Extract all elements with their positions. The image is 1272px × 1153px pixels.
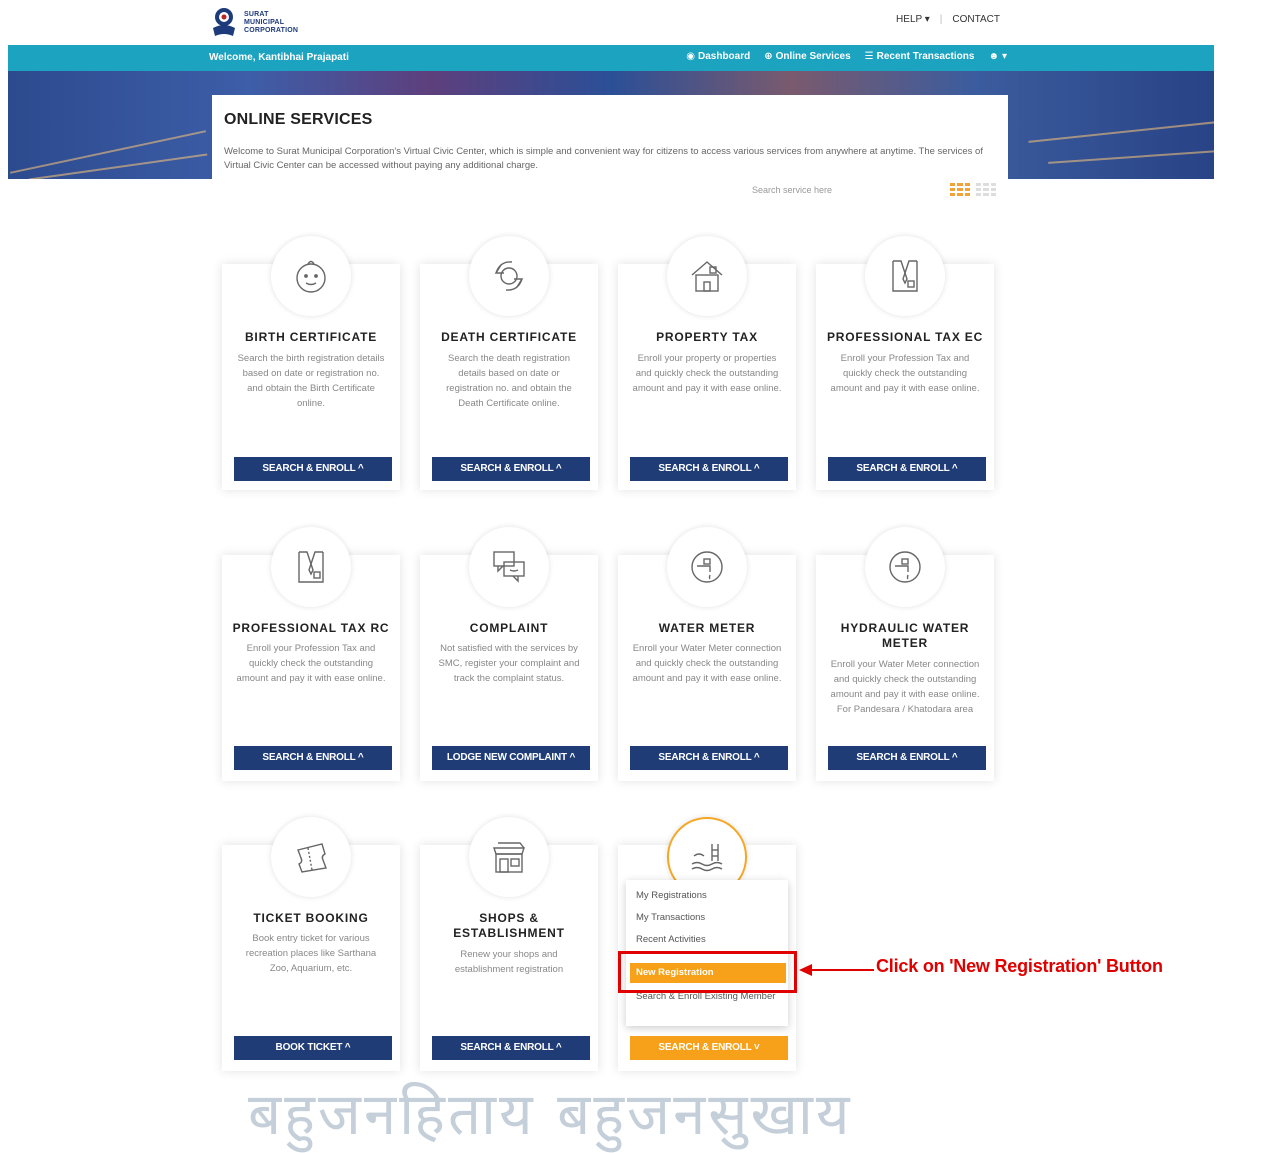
annotation-text: Click on 'New Registration' Button <box>876 956 1163 976</box>
nav-label: Recent Transactions <box>876 51 975 62</box>
dropdown-my-registrations[interactable]: My Registrations <box>636 890 780 901</box>
service-card-property-tax: PROPERTY TAX Enroll your property or pro… <box>618 236 796 490</box>
search-enroll-button[interactable]: SEARCH & ENROLL ^ <box>630 746 788 770</box>
link-divider: | <box>939 14 943 25</box>
list-view-icon[interactable] <box>976 183 996 196</box>
search-enroll-button[interactable]: SEARCH & ENROLL ^ <box>234 457 392 481</box>
service-card-water-meter: WATER METER Enroll your Water Meter conn… <box>618 527 796 781</box>
emblem-icon <box>213 8 235 36</box>
suit-icon <box>865 236 945 316</box>
card-title: BIRTH CERTIFICATE <box>244 330 378 344</box>
card-description: Enroll your Water Meter connection and q… <box>632 643 782 684</box>
service-card-professional-tax-rc: PROFESSIONAL TAX RC Enroll your Professi… <box>222 527 400 781</box>
ticket-icon <box>271 817 351 897</box>
card-description: Search the birth registration details ba… <box>237 353 385 409</box>
card-description: Enroll your Water Meter connection and q… <box>830 659 980 715</box>
view-toggle <box>950 183 996 196</box>
search-enroll-button[interactable]: SEARCH & ENROLL ˅ <box>630 1036 788 1060</box>
logo-text: SURAT MUNICIPAL CORPORATION <box>244 11 298 35</box>
search-enroll-button[interactable]: SEARCH & ENROLL ^ <box>828 746 986 770</box>
service-card-hydraulic-water-meter: HYDRAULIC WATER METER Enroll your Water … <box>816 527 994 781</box>
user-icon: ☻ <box>988 51 999 62</box>
card-title: DEATH CERTIFICATE <box>441 330 577 344</box>
water-tap-icon <box>865 527 945 607</box>
nav-online-services[interactable]: ⊕ Online Services <box>764 51 850 62</box>
water-tap-icon <box>667 527 747 607</box>
book-ticket-button[interactable]: BOOK TICKET ^ <box>234 1036 392 1060</box>
card-description: Not satisfied with the services by SMC, … <box>438 643 580 684</box>
transactions-icon: ☰ <box>864 51 874 62</box>
service-card-death-certificate: DEATH CERTIFICATE Search the death regis… <box>420 236 598 490</box>
grid-view-icon[interactable] <box>950 183 970 196</box>
search-input[interactable]: Search service here <box>752 185 832 195</box>
user-menu[interactable]: ☻ ▾ <box>988 51 1007 62</box>
dropdown-recent-activities[interactable]: Recent Activities <box>636 934 780 945</box>
service-card-professional-tax-ec: PROFESSIONAL TAX EC Enroll your Professi… <box>816 236 994 490</box>
card-title: TICKET BOOKING <box>253 911 369 925</box>
logo-line: CORPORATION <box>244 27 299 34</box>
card-title: HYDRAULIC WATER METER <box>840 621 970 650</box>
help-menu[interactable]: HELP ▾ <box>896 14 930 25</box>
top-header: SURAT MUNICIPAL CORPORATION HELP ▾ | CON… <box>0 0 1272 45</box>
search-enroll-button[interactable]: SEARCH & ENROLL ^ <box>630 457 788 481</box>
search-enroll-button[interactable]: SEARCH & ENROLL ^ <box>234 746 392 770</box>
light-streak <box>1048 150 1214 164</box>
top-links: HELP ▾ | CONTACT <box>896 14 1000 25</box>
card-title: PROFESSIONAL TAX RC <box>232 621 390 635</box>
card-description: Enroll your Profession Tax and quickly c… <box>830 353 980 394</box>
shop-icon <box>469 817 549 897</box>
motto-text: बहुजनहिताय बहुजनसुखाय <box>248 1080 853 1148</box>
card-description: Enroll your Profession Tax and quickly c… <box>236 643 386 684</box>
chat-bubbles-icon <box>469 527 549 607</box>
annotation-highlight-box <box>618 951 797 993</box>
logo-line: MUNICIPAL <box>244 19 285 26</box>
search-enroll-button[interactable]: SEARCH & ENROLL ^ <box>432 1036 590 1060</box>
nav-links: ◉ Dashboard ⊕ Online Services ☰ Recent T… <box>686 51 1007 62</box>
nav-dashboard[interactable]: ◉ Dashboard <box>686 51 750 62</box>
card-title: COMPLAINT <box>469 621 549 635</box>
lodge-complaint-button[interactable]: LODGE NEW COMPLAINT ^ <box>432 746 590 770</box>
service-card-complaint: COMPLAINT Not satisfied with the service… <box>420 527 598 781</box>
service-card-ticket-booking: TICKET BOOKING Book entry ticket for var… <box>222 817 400 1071</box>
intro-card: ONLINE SERVICES Welcome to Surat Municip… <box>212 95 1008 203</box>
card-description: Book entry ticket for various recreation… <box>245 933 377 974</box>
death-certificate-icon <box>469 236 549 316</box>
light-streak <box>1028 121 1214 143</box>
search-enroll-button[interactable]: SEARCH & ENROLL ^ <box>828 457 986 481</box>
card-description: Enroll your property or properties and q… <box>632 353 782 394</box>
card-title: WATER METER <box>658 621 756 635</box>
logo-line: SURAT <box>244 11 269 18</box>
suit-icon <box>271 527 351 607</box>
nav-recent-transactions[interactable]: ☰ Recent Transactions <box>865 51 975 62</box>
dropdown-my-transactions[interactable]: My Transactions <box>636 912 780 923</box>
main-navbar: Welcome, Kantibhai Prajapati ◉ Dashboard… <box>8 45 1214 71</box>
card-title: SHOPS & ESTABLISHMENT <box>453 911 565 940</box>
annotation-arrow-icon <box>799 964 874 976</box>
card-description: Renew your shops and establishment regis… <box>454 949 564 975</box>
smc-logo[interactable]: SURAT MUNICIPAL CORPORATION <box>210 6 298 40</box>
card-title: PROFESSIONAL TAX EC <box>826 330 984 344</box>
page-title: ONLINE SERVICES <box>224 111 373 128</box>
service-card-birth-certificate: BIRTH CERTIFICATE Search the birth regis… <box>222 236 400 490</box>
intro-text: Welcome to Surat Municipal Corporation's… <box>224 146 983 171</box>
contact-link[interactable]: CONTACT <box>952 14 1000 25</box>
globe-icon: ⊕ <box>764 51 773 62</box>
card-description: Search the death registration details ba… <box>446 353 572 409</box>
service-card-shops-establishment: SHOPS & ESTABLISHMENT Renew your shops a… <box>420 817 598 1071</box>
nav-label: Online Services <box>775 51 851 62</box>
card-title: PROPERTY TAX <box>656 330 758 344</box>
baby-icon <box>271 236 351 316</box>
light-streak <box>28 153 208 179</box>
welcome-text: Welcome, Kantibhai Prajapati <box>209 52 349 63</box>
user-menu-caret: ▾ <box>1001 51 1007 62</box>
house-icon <box>667 236 747 316</box>
nav-label: Dashboard <box>697 51 751 62</box>
search-enroll-button[interactable]: SEARCH & ENROLL ^ <box>432 457 590 481</box>
dashboard-icon: ◉ <box>686 51 695 62</box>
